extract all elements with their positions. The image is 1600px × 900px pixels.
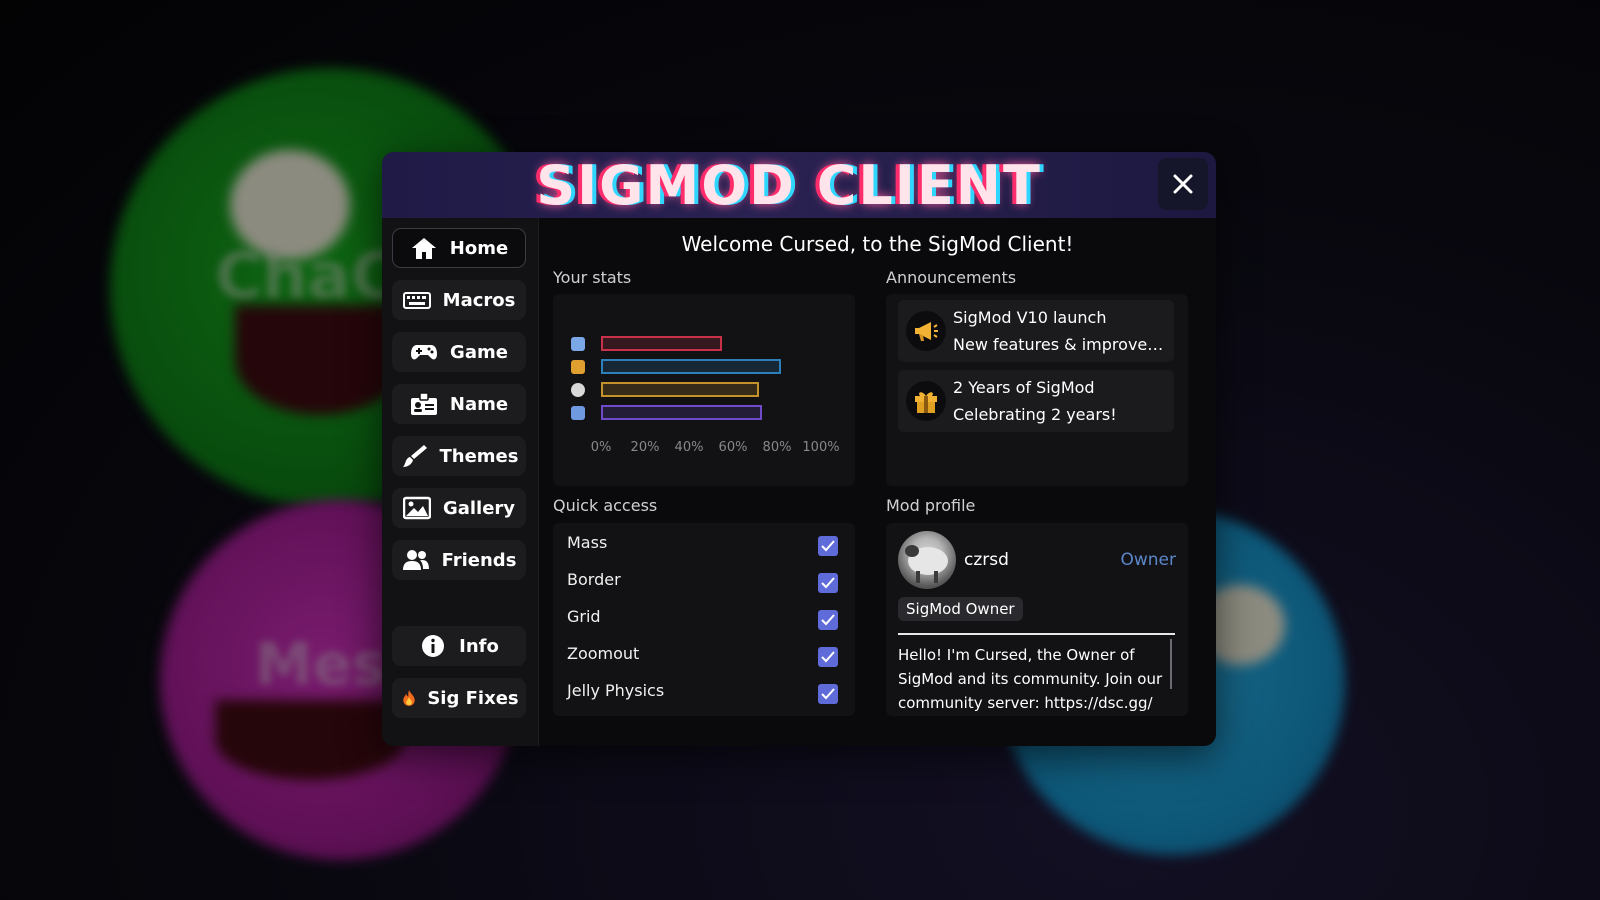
announcements-label: Announcements (886, 268, 1017, 287)
nav-friends-button[interactable]: Friends (392, 540, 526, 580)
x-tick-label: 100% (802, 440, 840, 455)
nav-friends-label: Friends (441, 549, 517, 571)
profile-bio: Hello! I'm Cursed, the Owner of SigMod a… (898, 646, 1163, 712)
stat-bar-wins (601, 359, 782, 374)
stat-bar-deaths (601, 382, 760, 397)
quick-access-item-label: Border (567, 570, 621, 589)
announcement-title: 2 Years of SigMod (953, 378, 1095, 397)
quick-access-item-border[interactable]: Border (553, 562, 855, 599)
person-icon (571, 337, 585, 351)
x-tick-label: 20% (630, 440, 660, 455)
quick-access-item-grid[interactable]: Grid (553, 599, 855, 636)
quick-access-item-label: Zoomout (567, 644, 640, 663)
profile-role: Owner (1120, 550, 1176, 570)
nav-name-label: Name (449, 393, 509, 415)
mass-checkbox[interactable] (818, 536, 838, 556)
nav-game-label: Game (450, 341, 508, 363)
announcement-item[interactable]: SigMod V10 launch New features & improve… (898, 300, 1174, 362)
nav-macros-label: Macros (442, 289, 516, 311)
nav-sig-fixes-label: Sig Fixes (427, 687, 519, 709)
megaphone-icon (906, 311, 946, 351)
quick-access-panel: Mass Border Grid Zoomout Jelly Physics (553, 523, 855, 716)
border-checkbox[interactable] (818, 573, 838, 593)
jelly-physics-checkbox[interactable] (818, 684, 838, 704)
hourglass-icon (571, 406, 585, 420)
profile-username: czrsd (964, 550, 1009, 570)
close-button[interactable] (1158, 158, 1208, 210)
stat-bar-time (601, 405, 762, 420)
skull-icon (571, 383, 585, 397)
profile-badge: SigMod Owner (898, 597, 1023, 621)
stat-bar-games-played (601, 336, 722, 351)
announcement-description: Celebrating 2 years! (953, 405, 1117, 424)
nav-info-label: Info (459, 635, 499, 657)
stats-panel: 0% 20% 40% 60% 80% 100% (553, 294, 855, 486)
gamepad-icon (411, 345, 438, 360)
home-content: Welcome Cursed, to the SigMod Client! Yo… (539, 218, 1216, 746)
trophy-icon (571, 360, 585, 374)
quick-access-label: Quick access (553, 496, 658, 515)
bio-scrollbar[interactable] (1170, 639, 1172, 689)
announcement-item[interactable]: 2 Years of SigMod Celebrating 2 years! (898, 370, 1174, 432)
sidebar: Home Macros Game Name Themes Gallery Fri… (382, 218, 539, 746)
quick-access-item-label: Grid (567, 607, 601, 626)
x-tick-label: 80% (762, 440, 792, 455)
nav-home-label: Home (449, 237, 509, 259)
nav-info-button[interactable]: Info (392, 626, 526, 666)
id-card-icon (410, 392, 437, 415)
x-tick-label: 0% (590, 440, 612, 455)
gift-icon (906, 381, 946, 421)
announcement-title: SigMod V10 launch (953, 308, 1107, 327)
nav-gallery-label: Gallery (442, 497, 516, 519)
announcements-panel: SigMod V10 launch New features & improve… (886, 294, 1188, 486)
stats-label: Your stats (553, 268, 632, 287)
nav-sig-fixes-button[interactable]: Sig Fixes (392, 678, 526, 718)
x-tick-label: 60% (718, 440, 748, 455)
quick-access-item-label: Mass (567, 533, 608, 552)
home-icon (411, 238, 436, 259)
close-icon (1173, 174, 1193, 194)
sigmod-logo: SIGMOD CLIENT (536, 153, 1042, 217)
grid-checkbox[interactable] (818, 610, 838, 630)
nav-themes-button[interactable]: Themes (392, 436, 526, 476)
welcome-title: Welcome Cursed, to the SigMod Client! (681, 232, 1074, 256)
quick-access-item-label: Jelly Physics (567, 681, 665, 700)
image-icon (402, 496, 431, 520)
quick-access-item-jelly-physics[interactable]: Jelly Physics (553, 673, 855, 710)
brush-icon (402, 445, 427, 467)
x-tick-label: 40% (674, 440, 704, 455)
nav-themes-label: Themes (439, 445, 519, 467)
fire-icon (403, 690, 416, 706)
quick-access-item-mass[interactable]: Mass (553, 525, 855, 562)
zoomout-checkbox[interactable] (818, 647, 838, 667)
announcement-description: New features & improvem... (953, 335, 1167, 354)
nav-name-button[interactable]: Name (392, 384, 526, 424)
mod-profile-panel: czrsd Owner SigMod Owner Hello! I'm Curs… (886, 523, 1188, 716)
modal-header: SIGMOD CLIENT (382, 152, 1216, 218)
nav-home-button[interactable]: Home (392, 228, 526, 268)
nav-macros-button[interactable]: Macros (392, 280, 526, 320)
avatar (898, 531, 956, 589)
keyboard-icon (402, 292, 431, 309)
info-icon (422, 635, 445, 657)
quick-access-item-zoomout[interactable]: Zoomout (553, 636, 855, 673)
profile-divider (898, 633, 1175, 635)
sigmod-modal: SIGMOD CLIENT Home Macros Game Name Them… (382, 152, 1216, 746)
friends-icon (402, 550, 429, 570)
nav-game-button[interactable]: Game (392, 332, 526, 372)
nav-gallery-button[interactable]: Gallery (392, 488, 526, 528)
mod-profile-label: Mod profile (886, 496, 976, 515)
